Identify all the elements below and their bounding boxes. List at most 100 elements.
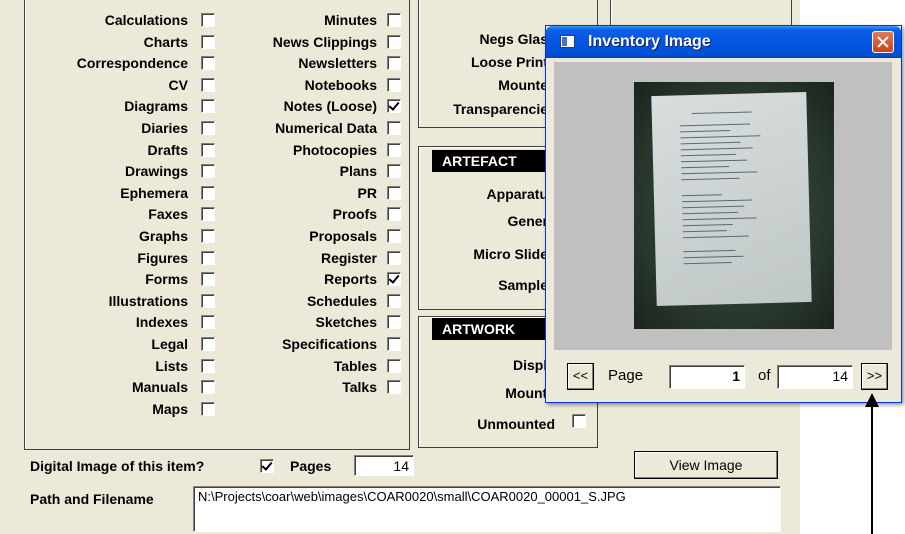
text-line — [680, 135, 761, 139]
photo-type-label: Loose Print — [470, 54, 548, 70]
col2-item-label: Minutes — [324, 12, 377, 28]
col2-item-label: Schedules — [306, 292, 377, 309]
col1-item-label: Forms — [145, 271, 188, 288]
text-line — [680, 147, 753, 151]
col2-item-label: Sketches — [315, 314, 377, 331]
col1-item-checkbox[interactable] — [201, 229, 215, 243]
col1-item-checkbox[interactable] — [201, 142, 215, 157]
artefact-item-label: Apparatu — [486, 186, 548, 202]
col1-item-checkbox[interactable] — [201, 13, 215, 27]
col2-item-checkbox[interactable] — [387, 380, 401, 395]
col1-item-checkbox[interactable] — [201, 34, 215, 49]
col2-item-checkbox[interactable] — [387, 337, 401, 351]
col2-item-checkbox[interactable] — [387, 142, 401, 157]
col1-item-checkbox[interactable] — [201, 185, 215, 200]
col1-item-label: CV — [168, 76, 188, 93]
next-page-button[interactable]: >> — [861, 363, 888, 390]
col2-item-label: Newsletters — [298, 55, 377, 72]
pages-field[interactable]: 14 — [354, 455, 414, 476]
col1-item-checkbox[interactable] — [201, 337, 215, 351]
col1-item-checkbox[interactable] — [201, 164, 215, 179]
artefact-item-label: Micro Slide — [473, 246, 548, 262]
col2-item-label: PR — [357, 184, 377, 201]
col1-item-checkbox[interactable] — [201, 250, 215, 265]
col1-item-checkbox[interactable] — [201, 315, 215, 330]
col2-item-label: Register — [320, 249, 377, 266]
col1-item-label: Calculations — [104, 12, 188, 28]
text-line — [682, 223, 733, 227]
digital-image-checkbox[interactable] — [260, 459, 274, 473]
text-line — [683, 262, 732, 265]
form-icon — [560, 35, 575, 48]
col1-item-label: Drafts — [147, 141, 188, 158]
col2-item-checkbox[interactable] — [387, 293, 401, 308]
page-number-field[interactable]: 1 — [669, 365, 745, 389]
col1-item-checkbox[interactable] — [201, 207, 215, 222]
col1-item-label: Maps — [152, 400, 188, 417]
col1-item-checkbox[interactable] — [201, 56, 215, 71]
col1-item-checkbox[interactable] — [201, 293, 215, 308]
col2-item-checkbox[interactable] — [387, 185, 401, 200]
col2-item-checkbox[interactable] — [387, 34, 401, 49]
col1-item-label: Correspondence — [76, 55, 188, 72]
col1-item-checkbox[interactable] — [201, 121, 215, 135]
view-image-label: View Image — [669, 457, 743, 473]
pages-label: Pages — [290, 458, 332, 474]
col2-item-checkbox[interactable] — [387, 56, 401, 71]
path-field[interactable]: N:\Projects\coar\web\images\COAR0020\sma… — [193, 486, 781, 532]
col2-item-checkbox[interactable] — [387, 164, 401, 179]
unmounted-checkbox[interactable] — [572, 414, 586, 428]
col1-item-label: Diaries — [141, 120, 188, 136]
col2-item-checkbox[interactable] — [387, 13, 401, 27]
text-line — [681, 194, 722, 197]
digital-image-label: Digital Image of this item? — [30, 458, 205, 474]
col2-item-label: Plans — [339, 163, 377, 180]
window-title: Inventory Image — [588, 33, 711, 50]
col2-item-label: Notebooks — [304, 76, 377, 93]
col1-item-label: Drawings — [124, 163, 188, 180]
text-line — [682, 199, 753, 203]
col2-item-checkbox[interactable] — [387, 358, 401, 373]
col2-item-checkbox[interactable] — [387, 207, 401, 222]
text-line — [680, 159, 747, 163]
col2-item-checkbox[interactable] — [387, 272, 401, 287]
col1-item-checkbox[interactable] — [201, 401, 215, 416]
page-label: Page — [608, 367, 644, 384]
col2-item-label: Numerical Data — [275, 120, 377, 136]
inventory-image-window: Inventory Image << Page 1 of 14 >> — [545, 25, 902, 403]
annotation-arrow — [865, 393, 879, 534]
photo-type-label: Transparencie — [453, 101, 548, 117]
col2-item-label: Proposals — [309, 228, 377, 244]
title-bar[interactable]: Inventory Image — [546, 26, 901, 58]
col1-item-checkbox[interactable] — [201, 380, 215, 395]
prev-page-button[interactable]: << — [567, 363, 594, 390]
view-image-button[interactable]: View Image — [634, 451, 778, 479]
col1-item-label: Charts — [143, 33, 188, 50]
col1-item-checkbox[interactable] — [201, 99, 215, 114]
close-button[interactable] — [872, 31, 894, 53]
col2-item-label: Specifications — [282, 336, 377, 352]
document-page-image — [651, 92, 812, 306]
col1-item-label: Illustrations — [108, 292, 188, 309]
artefact-item-label: Sample — [498, 277, 548, 293]
text-line — [681, 166, 730, 169]
col1-item-checkbox[interactable] — [201, 77, 215, 92]
col2-item-checkbox[interactable] — [387, 77, 401, 92]
col1-item-checkbox[interactable] — [201, 272, 215, 287]
col2-item-label: News Clippings — [272, 33, 377, 50]
col2-item-checkbox[interactable] — [387, 99, 401, 114]
text-line — [682, 205, 745, 209]
col1-item-checkbox[interactable] — [201, 358, 215, 373]
text-line — [681, 177, 740, 181]
col2-item-checkbox[interactable] — [387, 229, 401, 243]
col2-item-label: Notes (Loose) — [283, 98, 377, 115]
col1-item-label: Ephemera — [120, 184, 188, 201]
document-photo — [634, 82, 834, 329]
artefact-item-label: Gener — [507, 213, 548, 229]
col2-item-label: Reports — [324, 271, 377, 288]
photo-type-label: Negs Glas — [479, 31, 548, 47]
col2-item-checkbox[interactable] — [387, 121, 401, 135]
col1-item-label: Faxes — [148, 206, 188, 223]
col2-item-checkbox[interactable] — [387, 315, 401, 330]
col2-item-checkbox[interactable] — [387, 250, 401, 265]
